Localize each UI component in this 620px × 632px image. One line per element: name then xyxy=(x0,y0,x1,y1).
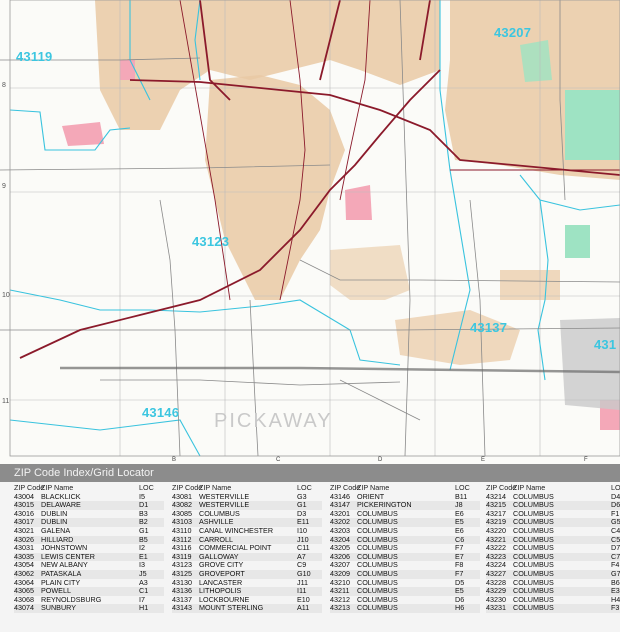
zip-name: COLUMBUS xyxy=(513,603,554,613)
green-area-3 xyxy=(520,40,552,82)
zip-label: 431 xyxy=(594,337,617,352)
highway-south xyxy=(60,366,620,374)
zip-code: 43213 xyxy=(330,603,350,613)
zip-index-title: ZIP Code Index/Grid Locator xyxy=(0,464,620,482)
pink-area-2 xyxy=(345,185,372,220)
pink-area-3 xyxy=(120,60,135,80)
grid-col-tick: B xyxy=(172,457,177,463)
table-row: 43213 COLUMBUS H6 xyxy=(330,604,480,613)
grid-row-tick: 9 xyxy=(2,183,6,190)
zip-label: 43119 xyxy=(16,49,53,64)
grid-row-tick: 11 xyxy=(2,398,10,405)
zip-label: 43207 xyxy=(494,25,532,40)
table-row: 43231 COLUMBUS F3 xyxy=(486,604,620,613)
grid-locator: A11 xyxy=(297,603,310,613)
airport-area xyxy=(560,318,620,410)
zip-index-panel: ZIP Code Index/Grid Locator ZIP Code ZIP … xyxy=(0,464,620,632)
table-row: 43074 SUNBURY H1 xyxy=(14,604,164,613)
zip-name: SUNBURY xyxy=(41,603,77,613)
grid-col-tick: C xyxy=(276,457,281,463)
zip-label: 43137 xyxy=(470,320,508,335)
grid-locator: H6 xyxy=(455,603,465,613)
grid-row-tick: 8 xyxy=(2,82,6,89)
grid-locator: F3 xyxy=(611,603,620,613)
zip-label: 43146 xyxy=(142,405,180,420)
grid-col-tick: F xyxy=(584,457,588,463)
green-area-2 xyxy=(565,225,590,258)
zip-index-column: ZIP CodeZIP NameLOC43214COLUMBUSD443215C… xyxy=(486,483,620,613)
zip-name: COLUMBUS xyxy=(357,603,398,613)
county-label: PICKAWAY xyxy=(214,410,333,432)
map-graphics xyxy=(0,0,620,457)
grid-col-tick: D xyxy=(378,457,383,463)
green-area xyxy=(565,90,620,160)
pink-area-1 xyxy=(62,122,104,146)
urban-area-grove-city xyxy=(205,75,345,300)
zip-index-column: ZIP Code ZIP Name LOC 43081 WESTERVILLE G3 430… xyxy=(172,483,322,613)
zip-index-column: ZIP Code ZIP Name LOC 43004 BLACKLICK I5 43015… xyxy=(14,483,164,613)
zip-code: 43143 xyxy=(172,603,192,613)
zip-code: 43231 xyxy=(486,603,506,613)
grid-locator: H1 xyxy=(139,603,149,613)
zip-label: 43123 xyxy=(192,234,230,249)
grid-col-tick: E xyxy=(481,457,486,463)
zip-name: MOUNT STERLING xyxy=(199,603,264,613)
grid-row-tick: 10 xyxy=(2,292,10,299)
urban-area-southeast xyxy=(500,270,560,300)
zip-code: 43074 xyxy=(14,603,34,613)
urban-area-south xyxy=(330,245,410,300)
urban-area-lockbourne xyxy=(395,310,520,365)
zip-index-column: ZIP Code ZIP Name LOC 43146 ORIENT B11 43147 PI… xyxy=(330,483,480,613)
map-area[interactable]: 43119 43207 43123 43137 43146 431 PICKAW… xyxy=(0,0,620,464)
table-row: 43143 MOUNT STERLING A11 xyxy=(172,604,322,613)
